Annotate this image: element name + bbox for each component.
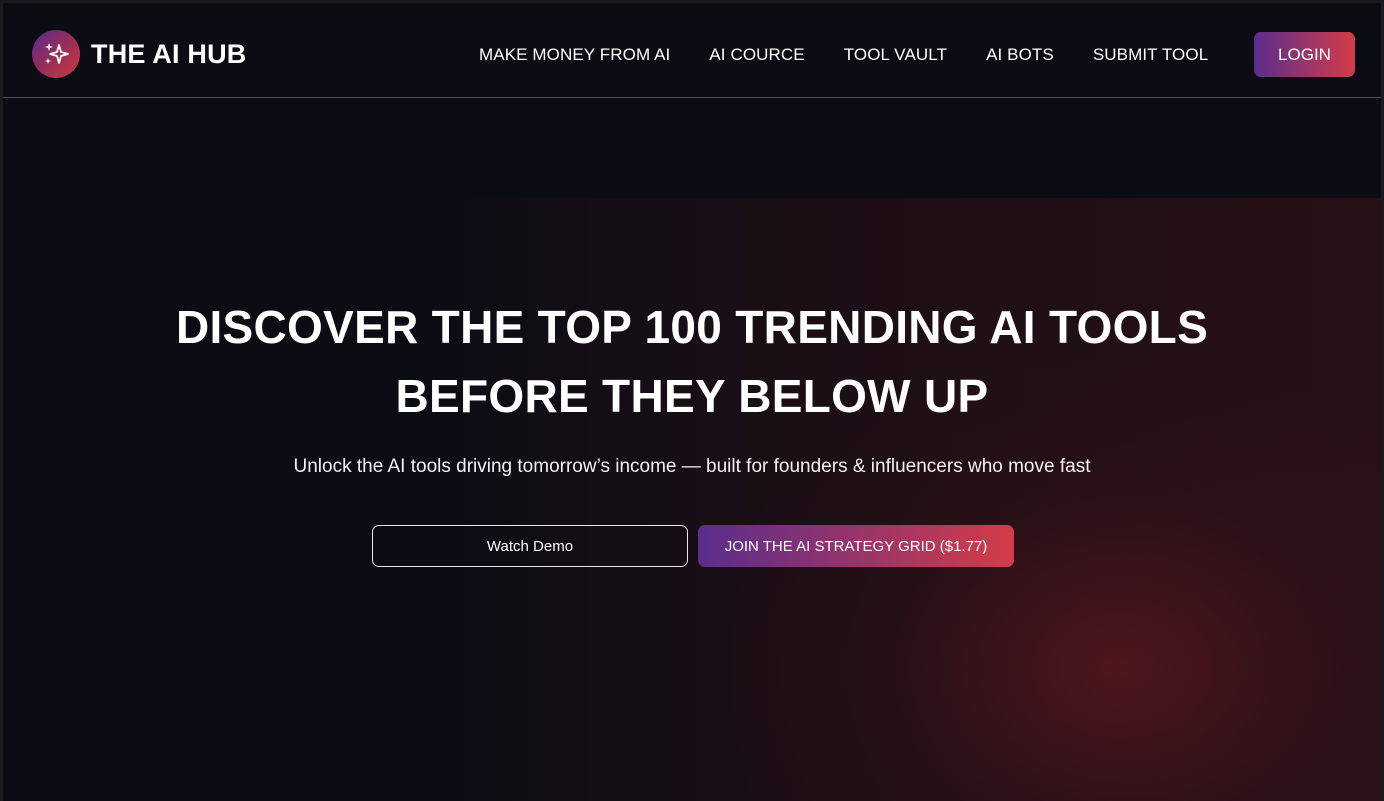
hero-subtitle: Unlock the AI tools driving tomorrow’s i… [293, 456, 1091, 477]
sparkles-icon [45, 43, 69, 64]
background-glow [433, 198, 1381, 801]
main-nav: MAKE MONEY FROM AI AI COURCE TOOL VAULT … [479, 45, 1208, 65]
join-strategy-grid-button[interactable]: JOIN THE AI STRATEGY GRID ($1.77) [698, 525, 1014, 567]
hero-section: DISCOVER THE TOP 100 TRENDING AI TOOLS B… [3, 293, 1381, 478]
nav-link-tool-vault[interactable]: TOOL VAULT [844, 45, 947, 65]
site-header: THE AI HUB MAKE MONEY FROM AI AI COURCE … [3, 3, 1381, 98]
hero-title-line-2: BEFORE THEY BELOW UP [395, 370, 989, 422]
nav-link-ai-bots[interactable]: AI BOTS [986, 45, 1054, 65]
page: THE AI HUB MAKE MONEY FROM AI AI COURCE … [3, 3, 1381, 801]
nav-link-submit-tool[interactable]: SUBMIT TOOL [1093, 45, 1208, 65]
brand-name: THE AI HUB [91, 38, 247, 69]
watch-demo-button[interactable]: Watch Demo [372, 525, 688, 567]
logo-badge [32, 30, 80, 78]
hero-title: DISCOVER THE TOP 100 TRENDING AI TOOLS B… [3, 293, 1381, 431]
nav-link-ai-cource[interactable]: AI COURCE [709, 45, 804, 65]
login-button[interactable]: LOGIN [1254, 32, 1355, 77]
nav-link-make-money-from-ai[interactable]: MAKE MONEY FROM AI [479, 45, 670, 65]
cta-row: Watch Demo JOIN THE AI STRATEGY GRID ($1… [372, 525, 1014, 567]
hero-title-line-1: DISCOVER THE TOP 100 TRENDING AI TOOLS [175, 301, 1209, 353]
brand-logo-link[interactable]: THE AI HUB [32, 30, 247, 78]
